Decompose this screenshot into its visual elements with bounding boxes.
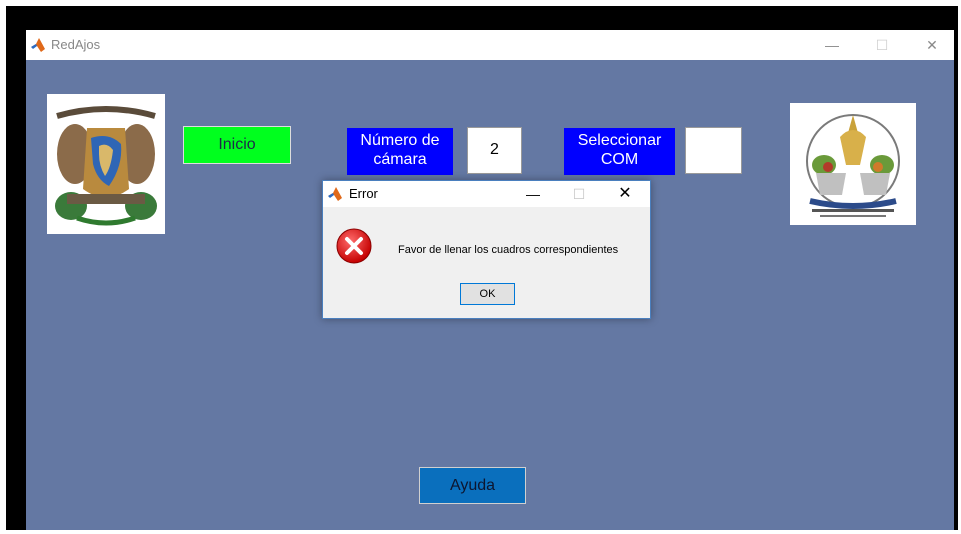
matlab-icon <box>31 38 45 52</box>
maximize-button[interactable]: ☐ <box>860 30 904 60</box>
error-dialog: Error — ☐ ✕ Favor de llenar los cuadros … <box>322 180 651 319</box>
chapingo-university-logo <box>790 103 916 225</box>
close-button[interactable]: ✕ <box>910 30 954 60</box>
dialog-title-bar[interactable]: Error — ☐ ✕ <box>323 181 650 207</box>
help-button[interactable]: Ayuda <box>419 467 526 504</box>
camera-number-label: Número de cámara <box>347 128 453 175</box>
title-bar[interactable]: RedAjos — ☐ ✕ <box>26 30 954 60</box>
com-port-field[interactable] <box>685 127 742 174</box>
com-select-label: Seleccionar COM <box>564 128 675 175</box>
matlab-icon <box>328 187 342 201</box>
dialog-message: Favor de llenar los cuadros correspondie… <box>398 244 619 256</box>
window-title: RedAjos <box>51 37 101 52</box>
chapingo-logo-graphic <box>790 103 916 225</box>
ok-button[interactable]: OK <box>460 283 515 305</box>
unam-crest-graphic <box>47 94 165 234</box>
dialog-title: Error <box>349 186 378 201</box>
error-icon <box>336 228 372 264</box>
camera-number-field[interactable]: 2 <box>467 127 522 174</box>
start-button[interactable]: Inicio <box>183 126 291 164</box>
screen-frame: RedAjos — ☐ ✕ Inicio Número de cámara 2 … <box>6 6 958 530</box>
dialog-close-button[interactable]: ✕ <box>605 181 645 207</box>
dialog-maximize-button[interactable]: ☐ <box>559 181 599 207</box>
dialog-minimize-button[interactable]: — <box>513 181 553 207</box>
minimize-button[interactable]: — <box>810 30 854 60</box>
unam-crest-logo <box>47 94 165 234</box>
main-window: RedAjos — ☐ ✕ Inicio Número de cámara 2 … <box>26 30 954 530</box>
